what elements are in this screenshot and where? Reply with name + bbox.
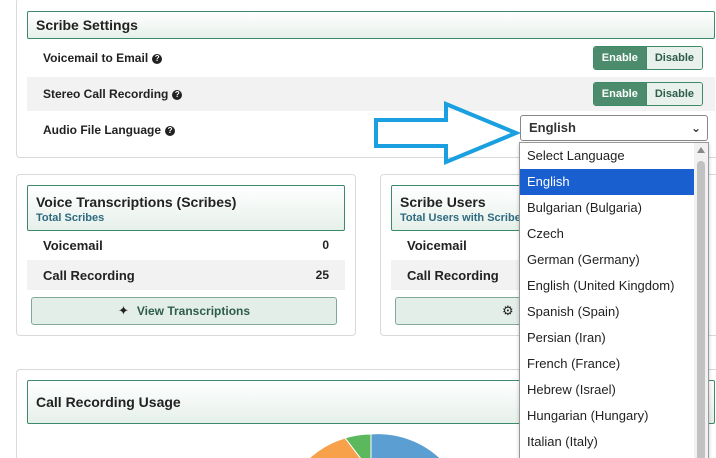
view-transcriptions-button[interactable]: ✦ View Transcriptions: [31, 297, 337, 325]
language-select-value: English: [529, 120, 576, 135]
call-recording-stat-label: Call Recording: [43, 267, 135, 283]
users-call-recording-label: Call Recording: [407, 267, 499, 283]
scroll-up-icon[interactable]: [697, 147, 705, 153]
language-option[interactable]: Italian (Italy): [520, 429, 708, 455]
view-transcriptions-label: View Transcriptions: [136, 304, 251, 318]
chevron-down-icon: ⌄: [690, 121, 701, 135]
voicemail-to-email-toggle: Enable Disable: [592, 46, 703, 70]
help-icon[interactable]: ?: [152, 53, 163, 64]
language-option[interactable]: Bulgarian (Bulgaria): [520, 195, 708, 221]
language-option[interactable]: English (United Kingdom): [520, 273, 708, 299]
pie-slice-blue: [370, 433, 441, 458]
voicemail-stat-row: Voicemail 0: [27, 230, 345, 260]
voicemail-to-email-disable-button[interactable]: Disable: [645, 47, 702, 69]
voice-transcriptions-card: Voice Transcriptions (Scribes) Total Scr…: [16, 174, 356, 336]
scroll-thumb[interactable]: [697, 161, 705, 458]
stereo-call-recording-row: Stereo Call Recording? Enable Disable: [27, 77, 715, 111]
scribe-settings-title: Scribe Settings: [36, 17, 138, 33]
help-icon[interactable]: ?: [172, 89, 183, 100]
language-option[interactable]: Select Language: [520, 143, 708, 169]
annotation-arrow-icon: [374, 101, 522, 165]
language-option-selected[interactable]: English: [520, 169, 708, 195]
voicemail-to-email-row: Voicemail to Email? Enable Disable: [27, 41, 715, 75]
voice-transcriptions-header: Voice Transcriptions (Scribes) Total Scr…: [27, 185, 345, 231]
voicemail-stat-value: 0: [322, 238, 329, 252]
language-option[interactable]: French (France): [520, 351, 708, 377]
audio-file-language-label: Audio File Language?: [27, 123, 176, 137]
language-dropdown-list[interactable]: Select Language English Bulgarian (Bulga…: [519, 142, 709, 458]
voicemail-to-email-enable-button[interactable]: Enable: [593, 47, 646, 69]
language-option[interactable]: Hungarian (Hungary): [520, 403, 708, 429]
language-options: Select Language English Bulgarian (Bulga…: [520, 143, 708, 455]
sparkles-icon: ✦: [117, 303, 129, 318]
call-recording-stat-row: Call Recording 25: [27, 260, 345, 290]
language-option[interactable]: German (Germany): [520, 247, 708, 273]
stereo-call-recording-enable-button[interactable]: Enable: [593, 83, 646, 105]
language-option[interactable]: Hebrew (Israel): [520, 377, 708, 403]
stereo-call-recording-disable-button[interactable]: Disable: [645, 83, 702, 105]
scribe-settings-header: Scribe Settings: [27, 11, 715, 39]
call-recording-stat-value: 25: [315, 268, 329, 282]
language-option[interactable]: Czech: [520, 221, 708, 247]
audio-file-language-select[interactable]: English ⌄: [520, 115, 708, 141]
language-option[interactable]: Persian (Iran): [520, 325, 708, 351]
usage-pie-chart: [308, 433, 441, 458]
help-icon[interactable]: ?: [165, 125, 176, 136]
dropdown-scrollbar[interactable]: [694, 143, 708, 458]
users-voicemail-label: Voicemail: [407, 237, 467, 253]
voice-transcriptions-title: Voice Transcriptions (Scribes): [36, 194, 237, 210]
voicemail-to-email-label: Voicemail to Email?: [27, 51, 163, 65]
stereo-call-recording-toggle: Enable Disable: [592, 82, 703, 106]
total-scribes-subtitle: Total Scribes: [36, 212, 105, 224]
language-option[interactable]: Spanish (Spain): [520, 299, 708, 325]
voicemail-stat-label: Voicemail: [43, 237, 103, 253]
user-gear-icon: ⚙: [502, 303, 514, 318]
stereo-call-recording-label: Stereo Call Recording?: [27, 87, 183, 101]
